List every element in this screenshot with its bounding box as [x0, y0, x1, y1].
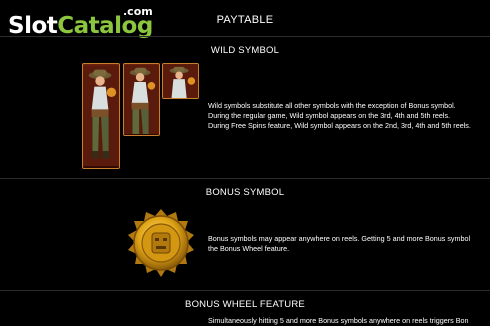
bonus-description: Bonus symbols may appear anywhere on ree… — [208, 234, 470, 254]
wild-symbol-tile-large — [82, 63, 120, 169]
wild-description-line: Wild symbols substitute all other symbol… — [208, 101, 456, 110]
wild-description-line: During Free Spins feature, Wild symbol a… — [208, 120, 471, 130]
wild-description: Wild symbols substitute all other symbol… — [208, 101, 471, 130]
bonus-description-line: the Bonus Wheel feature. — [208, 243, 290, 253]
bonus-wheel-description-line: Simultaneously hitting 5 and more Bonus … — [208, 316, 469, 325]
divider — [0, 36, 490, 37]
wild-symbol-tile-medium — [123, 63, 160, 136]
divider — [0, 178, 490, 179]
explorer-wild-icon — [83, 65, 119, 167]
wild-description-line: During the regular game, Wild symbol app… — [208, 110, 451, 120]
golden-coin-icon — [128, 209, 194, 277]
bonus-description-line: Bonus symbols may appear anywhere on ree… — [208, 234, 471, 243]
divider — [0, 290, 490, 291]
bonus-wheel-section-title: BONUS WHEEL FEATURE — [185, 299, 305, 310]
bonus-wheel-description: Simultaneously hitting 5 and more Bonus … — [208, 316, 468, 326]
bonus-section-title: BONUS SYMBOL — [205, 187, 285, 198]
explorer-wild-icon — [163, 64, 198, 98]
wild-symbol-tile-small — [162, 63, 199, 99]
explorer-wild-icon — [124, 64, 159, 135]
page-title: PAYTABLE — [216, 14, 274, 26]
wild-section-title: WILD SYMBOL — [210, 45, 280, 56]
